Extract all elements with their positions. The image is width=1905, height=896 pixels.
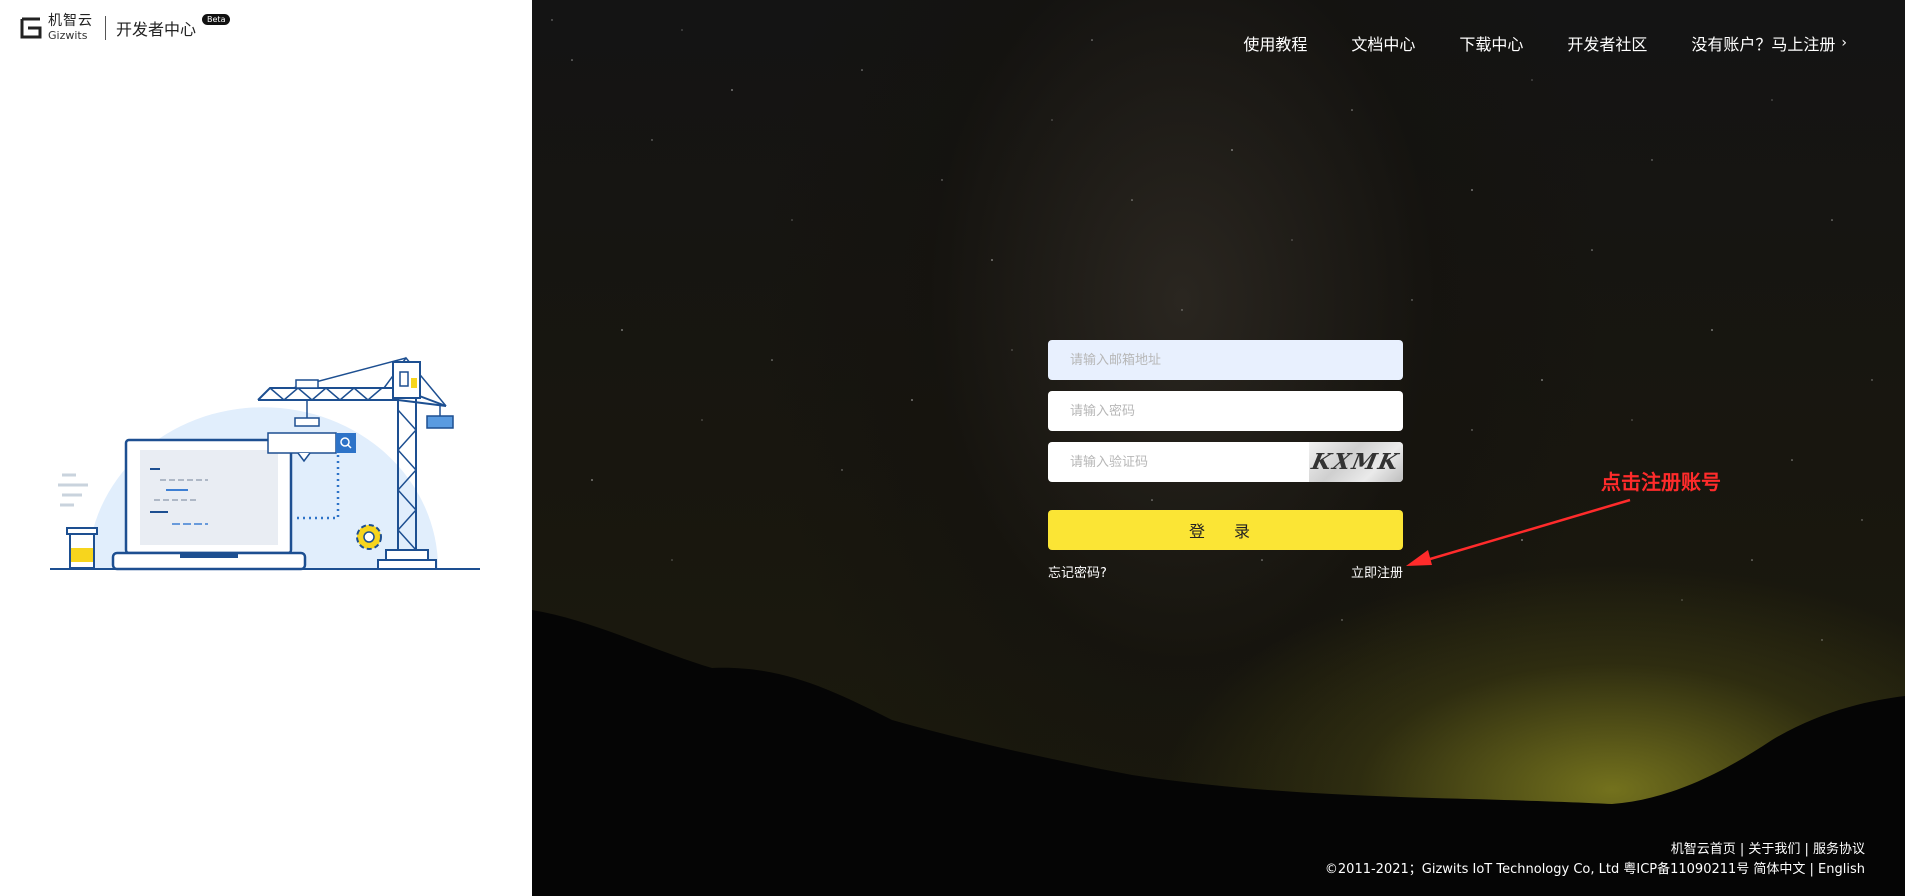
chevron-right-icon: › xyxy=(1841,35,1847,51)
logo-text: 机智云 Gizwits xyxy=(48,14,93,41)
nav-tutorial[interactable]: 使用教程 xyxy=(1243,31,1307,55)
footer: 机智云首页 | 关于我们 | 服务协议 ©2011-2021；Gizwits I… xyxy=(1325,840,1865,880)
logo-cn: 机智云 xyxy=(48,13,93,29)
nav-register-link[interactable]: 没有账户？马上注册 › xyxy=(1691,31,1847,55)
nav-community[interactable]: 开发者社区 xyxy=(1567,31,1647,55)
logo-en: Gizwits xyxy=(48,29,88,42)
captcha-text: KXMK xyxy=(1309,449,1403,475)
developer-center-title: 开发者中心 xyxy=(116,19,197,39)
top-nav: 使用教程 文档中心 下载中心 开发者社区 没有账户？马上注册 › xyxy=(1243,31,1847,55)
gizwits-logo-icon xyxy=(20,17,42,38)
password-field[interactable] xyxy=(1048,391,1403,431)
captcha-image[interactable]: KXMK xyxy=(1309,442,1403,482)
footer-copyright: ©2011-2021；Gizwits IoT Technology Co, Lt… xyxy=(1324,862,1865,877)
nav-register-label: 没有账户？马上注册 xyxy=(1691,35,1836,54)
annotation-arrow-icon xyxy=(1406,498,1631,566)
construction-illustration xyxy=(50,356,480,571)
beta-badge: Beta xyxy=(202,14,231,25)
nav-downloads[interactable]: 下载中心 xyxy=(1459,31,1523,55)
register-now-link[interactable]: 立即注册 xyxy=(1351,562,1403,581)
left-panel: 机智云 Gizwits 开发者中心 Beta xyxy=(0,0,532,896)
captcha-row: KXMK xyxy=(1048,442,1403,482)
brand-divider xyxy=(105,15,106,40)
email-field[interactable] xyxy=(1048,340,1403,380)
brand-header[interactable]: 机智云 Gizwits 开发者中心 Beta xyxy=(20,14,231,41)
right-panel: 使用教程 文档中心 下载中心 开发者社区 没有账户？马上注册 › KXMK 登 … xyxy=(532,0,1905,896)
login-button[interactable]: 登 录 xyxy=(1048,510,1403,550)
form-links: 忘记密码? 立即注册 xyxy=(1048,562,1403,581)
footer-links[interactable]: 机智云首页 | 关于我们 | 服务协议 xyxy=(1325,840,1865,860)
forgot-password-link[interactable]: 忘记密码? xyxy=(1048,562,1107,581)
nav-docs[interactable]: 文档中心 xyxy=(1351,31,1415,55)
login-form: KXMK 登 录 忘记密码? 立即注册 xyxy=(1048,340,1403,581)
